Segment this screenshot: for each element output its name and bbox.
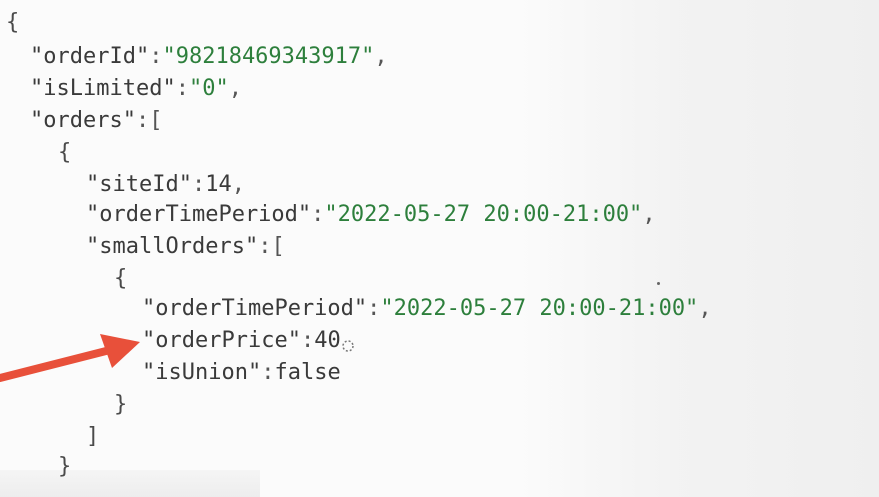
json-line-orderTimePeriod: "orderTimePeriod":"2022-05-27 20:00-21:0… [86,202,656,227]
mouse-cursor-icon [342,340,354,352]
json-line-smallOrders: "smallOrders":[ [86,234,285,259]
json-line-orderPrice: "orderPrice":40 [142,328,341,353]
json-line-smallOrder-orderTimePeriod: "orderTimePeriod":"2022-05-27 20:00-21:0… [142,296,712,321]
json-line-orders-close-brace: } [58,454,72,479]
json-line-isLimited: "isLimited":"0", [30,76,242,101]
json-line-orders-open-brace: { [58,140,72,165]
json-line-open-brace: { [6,10,20,35]
json-line-smallOrders-close-brace: } [114,392,128,417]
json-code-block: { "orderId":"98218469343917", "isLimited… [0,0,879,497]
json-line-orders: "orders":[ [30,108,163,133]
red-arrow-icon [0,334,140,382]
json-line-smallOrders-open-brace: { [114,266,128,291]
json-line-orderId: "orderId":"98218469343917", [30,44,388,69]
json-line-isUnion: "isUnion":false [142,360,341,385]
stray-dot [657,282,660,285]
json-screenshot: { "orderId":"98218469343917", "isLimited… [0,0,879,497]
json-line-smallOrders-close-bracket: ] [86,424,100,449]
json-line-siteId: "siteId":14, [86,172,245,197]
